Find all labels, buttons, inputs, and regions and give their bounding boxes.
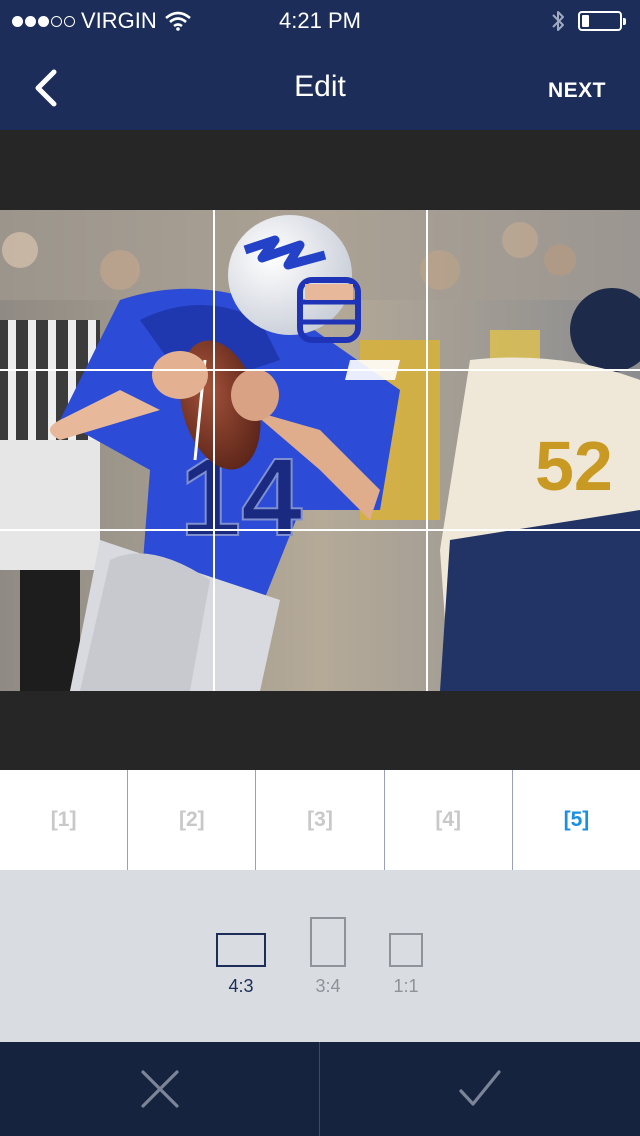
tab-1[interactable]: [1]: [0, 770, 129, 870]
grid-line-v1: [213, 210, 215, 691]
tab-2[interactable]: [2]: [128, 770, 257, 870]
ratio-1-1-label: 1:1: [393, 976, 419, 996]
tab-5[interactable]: [5]: [513, 770, 640, 870]
ratio-4-3-label: 4:3: [228, 976, 254, 996]
battery-icon: [578, 11, 626, 31]
next-button[interactable]: NEXT: [548, 79, 606, 103]
grid-line-h1: [0, 369, 640, 371]
checkmark-icon: [459, 1070, 501, 1106]
status-time: 4:21 PM: [279, 8, 361, 33]
ratio-3-4-label: 3:4: [315, 976, 341, 996]
ratio-option-3-4[interactable]: 3:4: [288, 870, 368, 1042]
filter-tabs: [1] [2] [3] [4] [5]: [0, 770, 640, 870]
grid-line-h2: [0, 529, 640, 531]
grid-line-v2: [426, 210, 428, 691]
cancel-button[interactable]: [0, 1042, 320, 1136]
tab-4[interactable]: [4]: [385, 770, 513, 870]
ratio-1-1-icon: [389, 933, 423, 967]
confirm-button[interactable]: [320, 1042, 640, 1136]
football-photo-image: 52 14: [0, 210, 640, 691]
ratio-option-4-3[interactable]: 4:3: [201, 870, 281, 1042]
bluetooth-icon: [552, 11, 564, 31]
ratio-4-3-icon: [216, 933, 266, 967]
tab-3[interactable]: [3]: [256, 770, 385, 870]
ratio-option-1-1[interactable]: 1:1: [366, 870, 446, 1042]
ratio-3-4-icon: [310, 917, 346, 967]
crop-photo[interactable]: 52 14: [0, 210, 640, 691]
status-bar: VIRGIN 4:21 PM: [0, 0, 640, 40]
page-title: Edit: [294, 70, 346, 103]
svg-text:52: 52: [535, 427, 613, 505]
aspect-ratio-bar: 4:3 3:4 1:1: [0, 870, 640, 1042]
nav-header: VIRGIN 4:21 PM Edit NEXT: [0, 0, 640, 130]
action-footer: [0, 1042, 640, 1136]
close-icon: [141, 1070, 179, 1108]
